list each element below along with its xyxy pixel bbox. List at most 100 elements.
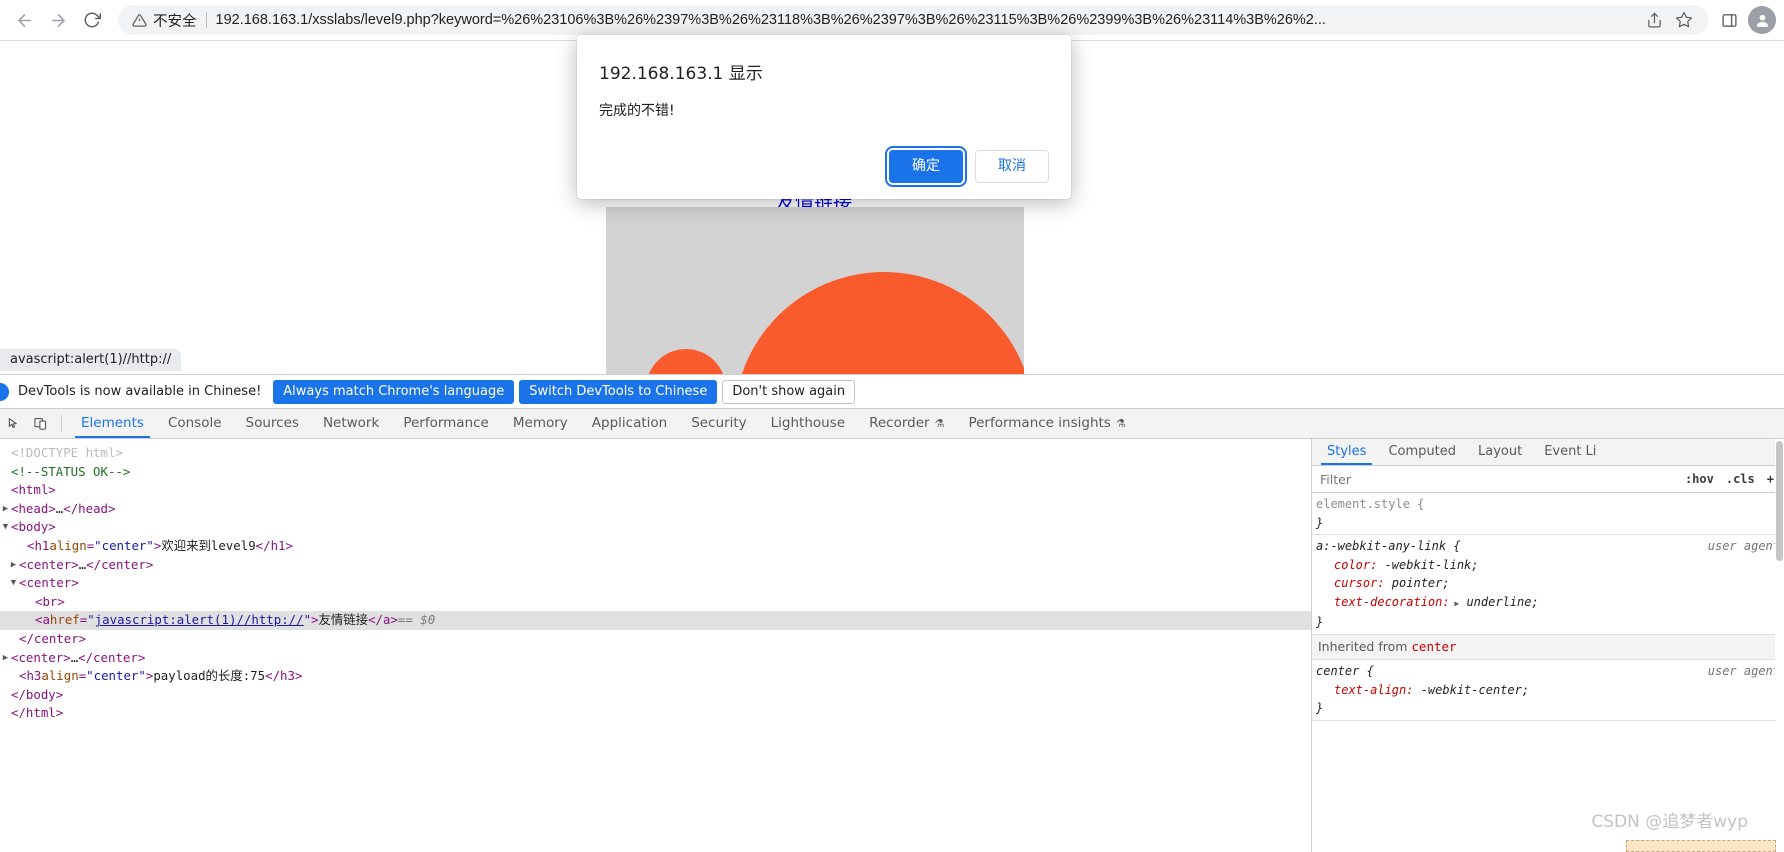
dom-tree[interactable]: <!DOCTYPE html> <!--STATUS OK--> <html> ▶ <h… (0, 439, 1311, 852)
dom-node[interactable]: <!DOCTYPE html> (0, 444, 1311, 463)
css-declaration[interactable]: text-align: -webkit-center; (1316, 681, 1784, 700)
inspect-cursor-icon[interactable] (0, 411, 27, 437)
dom-token: <h3 (19, 668, 42, 684)
style-rule: center {user agent text-align: -webkit-ce… (1312, 660, 1784, 721)
styles-scrollbar-thumb[interactable] (1776, 441, 1783, 561)
switch-devtools-chinese-button[interactable]: Switch DevTools to Chinese (519, 379, 718, 404)
dom-token[interactable]: javascript:alert(1)//http:// (95, 611, 304, 630)
devtools-tab-performance-insights[interactable]: Performance insights ⚗ (956, 409, 1137, 438)
address-bar[interactable]: 不安全 192.168.163.1/xsslabs/level9.php?key… (118, 5, 1708, 35)
share-icon[interactable] (1640, 6, 1668, 34)
hov-toggle[interactable]: :hov (1679, 472, 1720, 486)
tab-label: Performance insights (968, 415, 1111, 431)
dom-node[interactable]: ▶ <center>… </center> (0, 556, 1311, 575)
logo-small-circle (646, 349, 726, 374)
dom-token: </h3> (265, 668, 303, 684)
dom-node[interactable]: ▼ <center> (0, 574, 1311, 593)
styles-tab-layout[interactable]: Layout (1467, 439, 1533, 465)
dom-node[interactable]: ▼ <body> (0, 518, 1311, 537)
alert-title: 192.168.163.1 显示 (599, 64, 763, 84)
dom-token: </a> (368, 612, 398, 628)
css-declaration[interactable]: cursor: pointer; (1316, 574, 1784, 593)
url-text[interactable]: 192.168.163.1/xsslabs/level9.php?keyword… (216, 12, 1641, 28)
dom-node[interactable]: <h3 align = "center" > payload的长度:75 </h3> (0, 667, 1311, 686)
javascript-alert-dialog: 192.168.163.1 显示 完成的不错! 确定 取消 (577, 35, 1071, 199)
css-declaration[interactable]: color: -webkit-link; (1316, 556, 1784, 575)
dom-token: </body> (11, 686, 64, 702)
devtools-tabbar: Elements Console Sources Network Performance… (0, 409, 1784, 439)
star-icon[interactable] (1670, 6, 1698, 34)
devtools-tab-network[interactable]: Network (311, 409, 391, 438)
forward-button[interactable] (42, 4, 74, 36)
css-declaration[interactable]: text-decoration: ▶ underline; (1316, 593, 1784, 614)
devtools-tab-recorder[interactable]: Recorder ⚗ (857, 409, 956, 438)
warning-triangle-icon[interactable] (132, 13, 147, 28)
dom-token: <!DOCTYPE html> (11, 445, 123, 460)
styles-tab-styles[interactable]: Styles (1316, 439, 1377, 465)
twisty-expanded-icon[interactable]: ▼ (8, 574, 19, 593)
rule-selector[interactable]: element.style { (1316, 495, 1784, 514)
dom-node-selected[interactable]: <a href = " javascript:alert(1)//http://" > 友… (0, 611, 1311, 630)
devtools-tab-performance[interactable]: Performance (391, 409, 501, 438)
tab-label: Security (691, 415, 747, 431)
alert-ok-button[interactable]: 确定 (889, 150, 963, 183)
dom-node[interactable]: ▶ <center>… </center> (0, 649, 1311, 668)
dom-token: = (78, 668, 87, 684)
security-label: 不安全 (153, 13, 197, 30)
dom-token: </center> (19, 630, 87, 646)
twisty-collapsed-icon[interactable]: ▶ (0, 500, 11, 519)
css-property-value: -webkit-center; (1413, 682, 1530, 697)
dom-node[interactable]: <html> (0, 481, 1311, 500)
tab-label: Elements (81, 415, 144, 431)
style-rule: a:-webkit-any-link {user agent color: -we… (1312, 535, 1784, 635)
dom-node[interactable]: </center> (0, 630, 1311, 649)
devtools-tab-security[interactable]: Security (679, 409, 758, 438)
devtools-tab-lighthouse[interactable]: Lighthouse (759, 409, 857, 438)
dom-token: <!--STATUS OK--> (11, 463, 131, 479)
alert-cancel-button[interactable]: 取消 (975, 150, 1049, 183)
styles-filter-input[interactable] (1316, 469, 1679, 489)
always-match-language-button[interactable]: Always match Chrome's language (273, 379, 515, 404)
tab-label: Memory (512, 415, 568, 431)
back-button[interactable] (8, 4, 40, 36)
dom-node[interactable]: <!--STATUS OK--> (0, 463, 1311, 482)
twisty-collapsed-icon[interactable]: ▶ (0, 649, 11, 668)
cls-toggle[interactable]: .cls (1720, 472, 1761, 486)
avatar[interactable] (1748, 6, 1776, 34)
devtools-tab-sources[interactable]: Sources (234, 409, 311, 438)
devtools-tab-console[interactable]: Console (156, 409, 234, 438)
dom-node[interactable]: </html> (0, 704, 1311, 723)
styles-scrollbar[interactable] (1775, 439, 1784, 852)
devtools-tab-elements[interactable]: Elements (69, 409, 156, 438)
dom-token: </center> (86, 556, 154, 572)
dont-show-again-button[interactable]: Don't show again (722, 379, 856, 404)
dom-node[interactable]: </body> (0, 686, 1311, 705)
css-property-value: underline; (1459, 594, 1539, 609)
dom-node[interactable]: ▶ <head>… </head> (0, 500, 1311, 519)
link-status-bubble: avascript:alert(1)//http:// (0, 349, 182, 371)
twisty-collapsed-icon[interactable]: ▶ (8, 556, 19, 575)
reload-button[interactable] (76, 4, 108, 36)
dom-node[interactable]: <h1 align = "center" > 欢迎来到level9 </h1> (0, 537, 1311, 556)
highlight-dashed-box (1626, 840, 1776, 852)
devtools-tab-application[interactable]: Application (580, 409, 679, 438)
dom-node[interactable]: <br> (0, 593, 1311, 612)
watermark: CSDN @追梦者wyp (1591, 812, 1748, 832)
dom-token: </html> (11, 705, 64, 721)
side-panel-icon[interactable] (1714, 5, 1744, 35)
dom-token: … (78, 556, 87, 572)
twisty-expanded-icon[interactable]: ▼ (0, 518, 11, 537)
css-property-name: text-align: (1334, 682, 1414, 697)
devtools-tab-memory[interactable]: Memory (501, 409, 580, 438)
styles-tab-event-li[interactable]: Event Li (1533, 439, 1607, 465)
dom-token: <head> (11, 500, 56, 516)
device-toolbar-icon[interactable] (27, 411, 54, 437)
dom-token: <body> (11, 519, 56, 535)
tabbar-divider (61, 415, 62, 432)
styles-tab-computed[interactable]: Computed (1377, 439, 1467, 465)
dom-token: = (86, 537, 95, 553)
dom-token: = (79, 612, 88, 628)
dom-token: "center" (94, 537, 154, 553)
expand-triangle-icon[interactable]: ▶ (1450, 599, 1459, 608)
dom-token: > (311, 612, 319, 628)
